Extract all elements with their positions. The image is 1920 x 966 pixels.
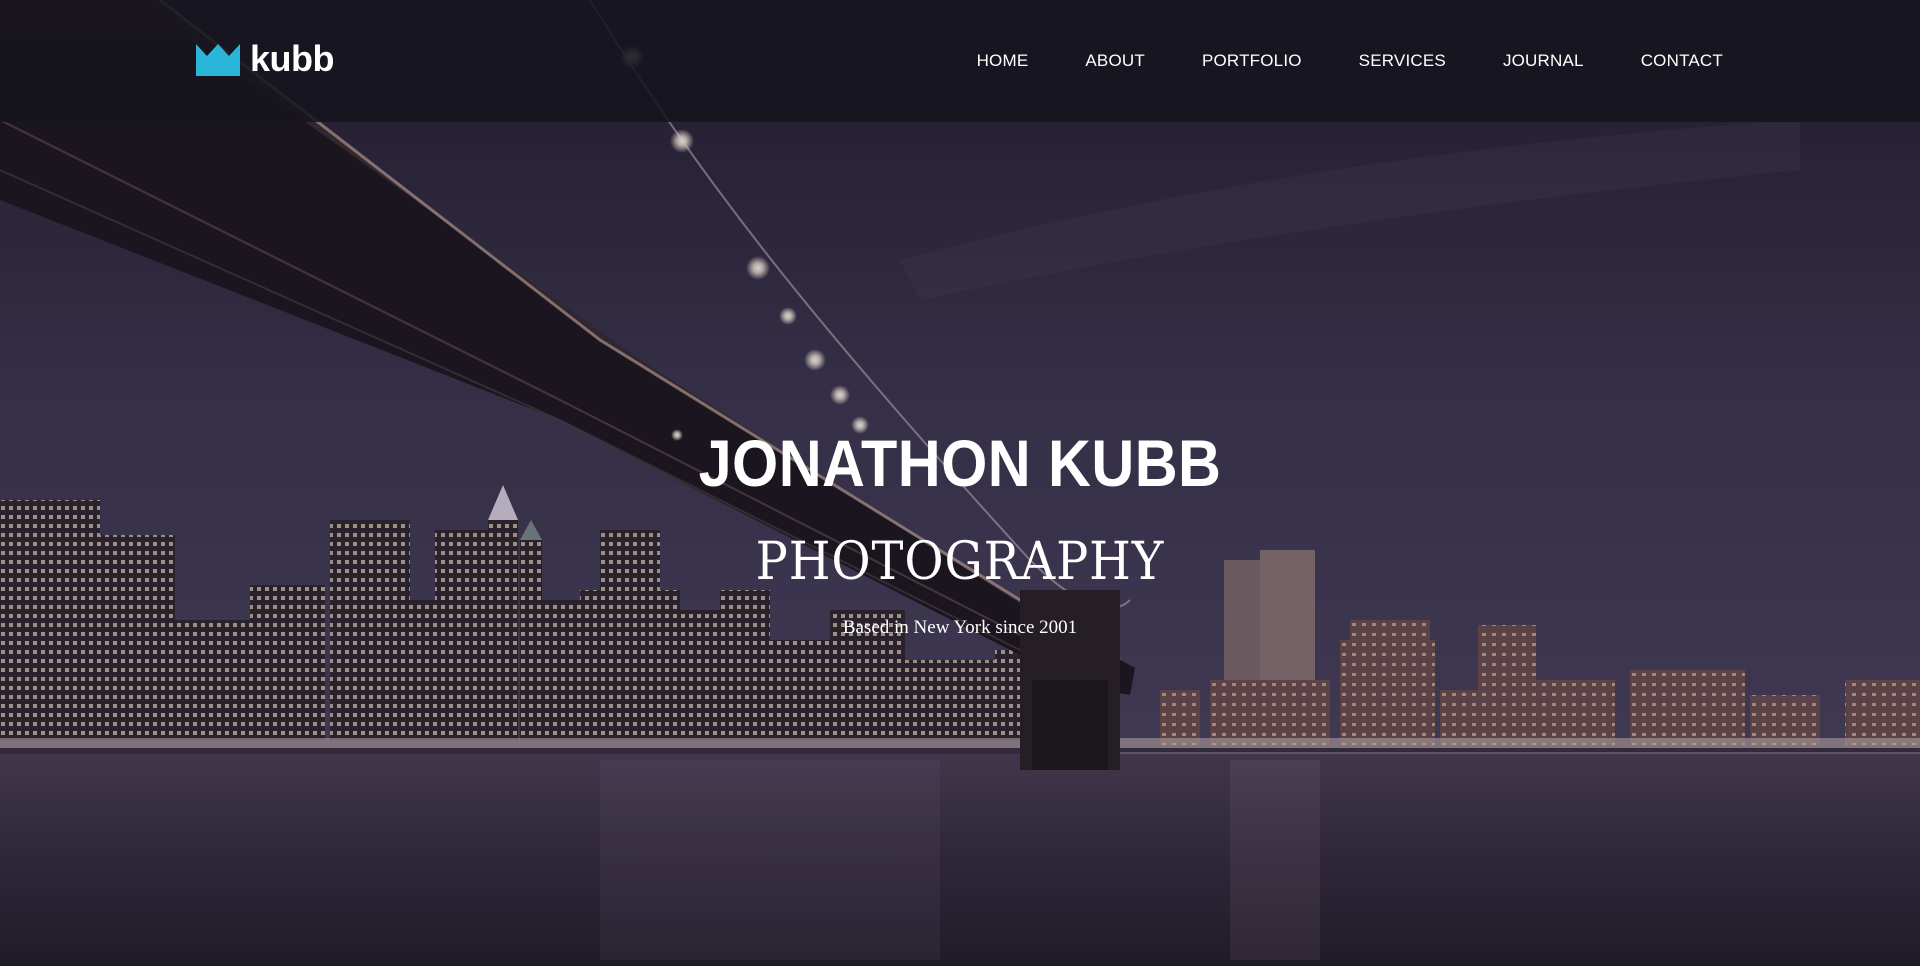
nav-item-home[interactable]: HOME (977, 51, 1029, 71)
hero-title: JONATHON KUBB (698, 426, 1222, 500)
hero-subtitle: PHOTOGRAPHY (755, 532, 1165, 592)
logo-link[interactable]: kubb (196, 38, 335, 80)
nav-item-journal[interactable]: JOURNAL (1503, 51, 1584, 71)
page: kubb HOME ABOUT PORTFOLIO SERVICES JOURN… (0, 0, 1920, 966)
crown-icon (196, 44, 240, 76)
main-nav: HOME ABOUT PORTFOLIO SERVICES JOURNAL CO… (977, 0, 1723, 122)
nav-item-services[interactable]: SERVICES (1359, 51, 1446, 71)
hero-tagline: Based in New York since 2001 (842, 617, 1078, 638)
nav-item-portfolio[interactable]: PORTFOLIO (1202, 51, 1302, 71)
logo-text: kubb (250, 38, 335, 79)
nav-item-contact[interactable]: CONTACT (1641, 51, 1723, 71)
nav-item-about[interactable]: ABOUT (1085, 51, 1145, 71)
top-navbar: kubb HOME ABOUT PORTFOLIO SERVICES JOURN… (0, 0, 1920, 122)
hero-heading: JONATHON KUBB PHOTOGRAPHY Based in New Y… (0, 430, 1920, 637)
